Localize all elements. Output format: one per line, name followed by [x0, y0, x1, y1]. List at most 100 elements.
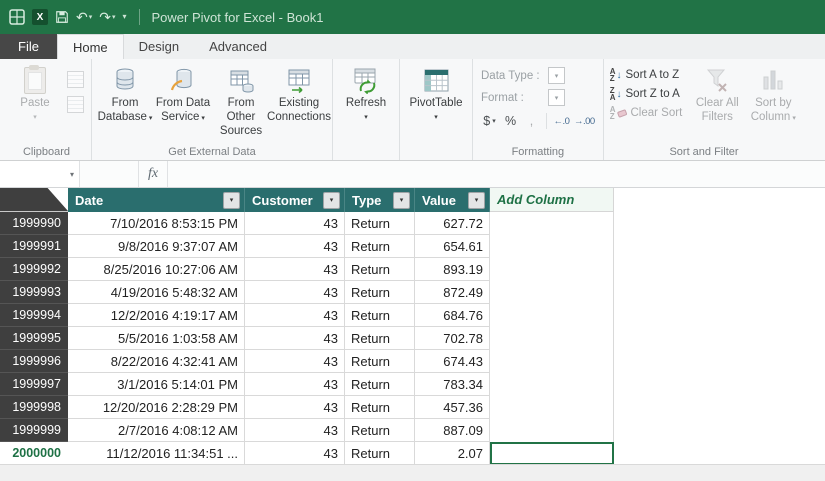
- excel-icon[interactable]: X: [32, 9, 48, 25]
- copy-icon[interactable]: [67, 71, 84, 88]
- cell-value[interactable]: 654.61: [415, 235, 490, 258]
- cell-type[interactable]: Return: [345, 258, 415, 281]
- increase-decimal-button[interactable]: ←.0: [553, 112, 570, 130]
- row-number[interactable]: 1999994: [0, 304, 68, 327]
- cell-type[interactable]: Return: [345, 396, 415, 419]
- cell-date[interactable]: 12/2/2016 4:19:17 AM: [68, 304, 245, 327]
- cell-customer[interactable]: 43: [245, 327, 345, 350]
- column-header-value[interactable]: Value ▾: [415, 188, 490, 212]
- add-column-cell[interactable]: [490, 304, 614, 327]
- cell-customer[interactable]: 43: [245, 419, 345, 442]
- cell-customer[interactable]: 43: [245, 258, 345, 281]
- cell-date[interactable]: 9/8/2016 9:37:07 AM: [68, 235, 245, 258]
- cell-date[interactable]: 8/25/2016 10:27:06 AM: [68, 258, 245, 281]
- cell-type[interactable]: Return: [345, 281, 415, 304]
- cell-value[interactable]: 2.07: [415, 442, 490, 465]
- redo-button[interactable]: ↷▾: [99, 10, 115, 24]
- cell-date[interactable]: 12/20/2016 2:28:29 PM: [68, 396, 245, 419]
- add-column-cell[interactable]: [490, 419, 614, 442]
- save-icon[interactable]: [55, 10, 69, 24]
- cell-customer[interactable]: 43: [245, 350, 345, 373]
- cell-date[interactable]: 2/7/2016 4:08:12 AM: [68, 419, 245, 442]
- cell-type[interactable]: Return: [345, 212, 415, 235]
- filter-button-customer[interactable]: ▾: [323, 192, 340, 209]
- cell-value[interactable]: 783.34: [415, 373, 490, 396]
- sort-z-to-a-button[interactable]: ZA ↓ Sort Z to A: [610, 87, 683, 101]
- paste-button[interactable]: Paste ▾: [6, 61, 64, 125]
- add-column-cell[interactable]: [490, 350, 614, 373]
- tab-file[interactable]: File: [0, 34, 57, 59]
- add-column-cell[interactable]: [490, 258, 614, 281]
- row-number[interactable]: 1999999: [0, 419, 68, 442]
- existing-connections-button[interactable]: Existing Connections: [270, 61, 328, 129]
- qat-customize-dropdown[interactable]: ▾: [123, 13, 127, 21]
- filter-button-type[interactable]: ▾: [393, 192, 410, 209]
- sort-a-to-z-button[interactable]: AZ ↓ Sort A to Z: [610, 68, 683, 82]
- filter-button-value[interactable]: ▾: [468, 192, 485, 209]
- cell-type[interactable]: Return: [345, 350, 415, 373]
- cell-date[interactable]: 3/1/2016 5:14:01 PM: [68, 373, 245, 396]
- formula-input[interactable]: [168, 161, 825, 187]
- cell-date[interactable]: 4/19/2016 5:48:32 AM: [68, 281, 245, 304]
- tab-design[interactable]: Design: [124, 34, 194, 59]
- row-number[interactable]: 1999995: [0, 327, 68, 350]
- row-number[interactable]: 1999991: [0, 235, 68, 258]
- row-number[interactable]: 1999996: [0, 350, 68, 373]
- cell-customer[interactable]: 43: [245, 212, 345, 235]
- cell-type[interactable]: Return: [345, 419, 415, 442]
- add-column-cell[interactable]: [490, 442, 614, 465]
- cell-customer[interactable]: 43: [245, 235, 345, 258]
- cell-value[interactable]: 887.09: [415, 419, 490, 442]
- cell-customer[interactable]: 43: [245, 396, 345, 419]
- from-other-sources-button[interactable]: From Other Sources: [212, 61, 270, 142]
- add-column-cell[interactable]: [490, 327, 614, 350]
- decrease-decimal-button[interactable]: →.00: [574, 112, 595, 130]
- paste-special-icon[interactable]: [67, 96, 84, 113]
- cell-customer[interactable]: 43: [245, 373, 345, 396]
- from-data-service-button[interactable]: From Data Service▾: [154, 61, 212, 129]
- filter-button-date[interactable]: ▾: [223, 192, 240, 209]
- data-type-dropdown[interactable]: ▾: [548, 67, 565, 84]
- refresh-button[interactable]: Refresh ▾: [337, 61, 395, 125]
- column-header-date[interactable]: Date ▾: [68, 188, 245, 212]
- cell-customer[interactable]: 43: [245, 442, 345, 465]
- row-number[interactable]: 1999990: [0, 212, 68, 235]
- cell-customer[interactable]: 43: [245, 304, 345, 327]
- cell-value[interactable]: 627.72: [415, 212, 490, 235]
- row-number[interactable]: 1999993: [0, 281, 68, 304]
- cell-value[interactable]: 457.36: [415, 396, 490, 419]
- row-number[interactable]: 2000000: [0, 442, 68, 465]
- row-number[interactable]: 1999992: [0, 258, 68, 281]
- cell-value[interactable]: 893.19: [415, 258, 490, 281]
- cell-date[interactable]: 7/10/2016 8:53:15 PM: [68, 212, 245, 235]
- cell-type[interactable]: Return: [345, 235, 415, 258]
- cell-value[interactable]: 702.78: [415, 327, 490, 350]
- thousands-separator-button[interactable]: ,: [523, 112, 540, 130]
- add-column-cell[interactable]: [490, 396, 614, 419]
- add-column-cell[interactable]: [490, 281, 614, 304]
- app-icon[interactable]: [8, 9, 25, 26]
- name-box[interactable]: ▾: [0, 161, 80, 187]
- currency-button[interactable]: $▾: [481, 112, 498, 130]
- tab-home[interactable]: Home: [57, 34, 124, 59]
- cell-type[interactable]: Return: [345, 327, 415, 350]
- cell-value[interactable]: 684.76: [415, 304, 490, 327]
- from-database-button[interactable]: From Database▾: [96, 61, 154, 129]
- format-dropdown[interactable]: ▾: [548, 89, 565, 106]
- select-all-button[interactable]: [0, 188, 68, 212]
- add-column-cell[interactable]: [490, 373, 614, 396]
- percent-button[interactable]: %: [502, 112, 519, 130]
- pivottable-button[interactable]: PivotTable ▾: [404, 61, 468, 125]
- tab-advanced[interactable]: Advanced: [194, 34, 282, 59]
- cell-date[interactable]: 5/5/2016 1:03:58 AM: [68, 327, 245, 350]
- add-column-cell[interactable]: [490, 235, 614, 258]
- column-header-customer[interactable]: Customer ▾: [245, 188, 345, 212]
- undo-button[interactable]: ↶▾: [76, 10, 92, 24]
- cell-date[interactable]: 8/22/2016 4:32:41 AM: [68, 350, 245, 373]
- cell-type[interactable]: Return: [345, 304, 415, 327]
- cell-date[interactable]: 11/12/2016 11:34:51 ...: [68, 442, 245, 465]
- cell-customer[interactable]: 43: [245, 281, 345, 304]
- sort-by-column-button[interactable]: Sort by Column▾: [746, 61, 800, 129]
- cell-value[interactable]: 872.49: [415, 281, 490, 304]
- clear-all-filters-button[interactable]: Clear All Filters: [690, 61, 744, 129]
